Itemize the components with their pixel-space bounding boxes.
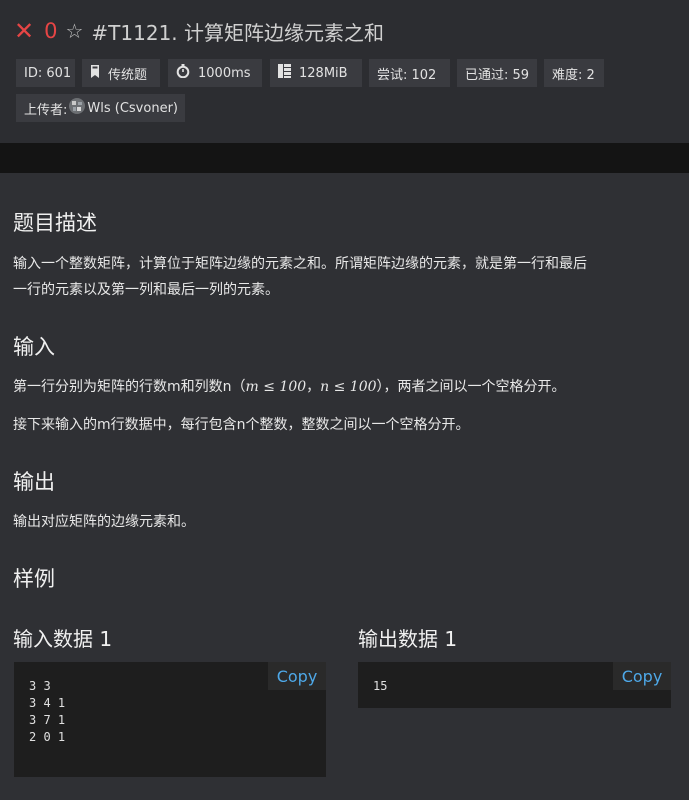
score: 0 <box>44 19 58 43</box>
sample-input-heading: 输入数据 1 <box>13 627 113 651</box>
output-paragraph: 输出对应矩阵的边缘元素和。 <box>13 514 195 530</box>
divider-bar <box>0 143 689 173</box>
tag-uploader: 上传者: Wls (Csvoner) <box>16 94 185 122</box>
uploader-label: 上传者: <box>24 102 68 118</box>
tag-passed-label: 已通过: 59 <box>465 67 530 83</box>
description-line-2: 一行的元素以及第一列和最后一列的元素。 <box>13 282 279 298</box>
sample-heading: 样例 <box>13 567 55 591</box>
input-paragraph-1: 第一行分别为矩阵的行数m和列数n（m ≤ 100，n ≤ 100），两者之间以一… <box>13 374 675 400</box>
tag-time: 1000ms <box>168 59 262 87</box>
tag-tries-label: 尝试: 102 <box>377 67 437 83</box>
input-p1-text-b: ），两者之间以一个空格分开。 <box>376 379 566 395</box>
description-line-1: 输入一个整数矩阵，计算位于矩阵边缘的元素之和。所谓矩阵边缘的元素，就是第一行和最… <box>13 256 587 272</box>
uploader-name[interactable]: Wls (Csvoner) <box>87 101 178 116</box>
tag-difficulty: 难度: 2 <box>544 59 604 87</box>
input-heading: 输入 <box>13 335 55 359</box>
input-paragraph-2: 接下来输入的m行数据中，每行包含n个整数，整数之间以一个空格分开。 <box>13 417 470 433</box>
input-p1-math-n: n ≤ 100 <box>320 379 377 395</box>
x-icon: ✕ <box>14 17 35 45</box>
bookmark-icon <box>90 64 100 82</box>
description-text: 输入一个整数矩阵，计算位于矩阵边缘的元素之和。所谓矩阵边缘的元素，就是第一行和最… <box>13 251 675 303</box>
star-icon[interactable]: ☆ <box>65 19 83 43</box>
avatar[interactable] <box>69 98 86 118</box>
tag-memory-label: 128MiB <box>299 65 348 81</box>
tag-id-label: ID: 601 <box>24 65 72 81</box>
tag-memory: 128MiB <box>270 59 362 87</box>
input-p1-math-m: m ≤ 100 <box>245 379 307 395</box>
stopwatch-icon <box>176 64 190 82</box>
problem-content: 题目描述 输入一个整数矩阵，计算位于矩阵边缘的元素之和。所谓矩阵边缘的元素，就是… <box>0 173 689 800</box>
page-title: #T1121. 计算矩阵边缘元素之和 <box>91 20 385 45</box>
copy-input-button[interactable]: Copy <box>268 662 326 690</box>
sample-output-heading: 输出数据 1 <box>358 627 458 651</box>
tag-difficulty-label: 难度: 2 <box>552 67 595 83</box>
input-p1-sep: ， <box>306 379 321 395</box>
copy-output-button[interactable]: Copy <box>613 662 671 690</box>
memory-icon <box>278 64 291 82</box>
tag-time-label: 1000ms <box>198 65 251 81</box>
tag-tries: 尝试: 102 <box>369 59 450 87</box>
description-heading: 题目描述 <box>13 211 97 235</box>
tag-type-label: 传统题 <box>108 67 148 83</box>
title-row: ✕ 0 ☆ #T1121. 计算矩阵边缘元素之和 <box>14 15 384 47</box>
tag-type: 传统题 <box>82 59 160 87</box>
tag-id: ID: 601 <box>16 59 75 87</box>
output-heading: 输出 <box>13 470 55 494</box>
input-p1-text-a: 第一行分别为矩阵的行数m和列数n（ <box>13 379 246 395</box>
problem-header: ✕ 0 ☆ #T1121. 计算矩阵边缘元素之和 ID: 601 传统题 100… <box>0 0 689 143</box>
tag-passed: 已通过: 59 <box>457 59 537 87</box>
